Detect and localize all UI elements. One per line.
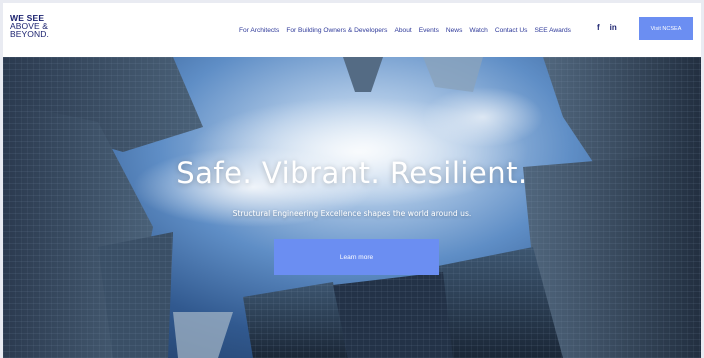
skyscraper-background <box>3 57 701 358</box>
nav-link-see-awards[interactable]: SEE Awards <box>534 27 571 34</box>
nav-link-watch[interactable]: Watch <box>469 27 487 34</box>
nav-link-about[interactable]: About <box>394 27 411 34</box>
learn-more-button[interactable]: Learn more <box>274 239 439 275</box>
social-links: f in <box>597 23 617 32</box>
hero-banner: Safe. Vibrant. Resilient. Structural Eng… <box>3 57 701 358</box>
hero-subtitle: Structural Engineering Excellence shapes… <box>232 209 472 218</box>
visit-ncsea-button[interactable]: Visit NCSEA <box>639 17 693 40</box>
nav-link-building-owners[interactable]: For Building Owners & Developers <box>286 27 387 34</box>
facebook-icon[interactable]: f <box>597 23 600 32</box>
nav-link-for-architects[interactable]: For Architects <box>239 27 279 34</box>
linkedin-icon[interactable]: in <box>610 23 617 32</box>
nav-link-events[interactable]: Events <box>419 27 439 34</box>
site-logo[interactable]: WE SEE ABOVE & BEYOND. <box>10 14 49 39</box>
page-frame: WE SEE ABOVE & BEYOND. For Architects Fo… <box>3 3 701 358</box>
nav-link-news[interactable]: News <box>446 27 463 34</box>
site-header: WE SEE ABOVE & BEYOND. For Architects Fo… <box>3 3 701 57</box>
nav-link-contact-us[interactable]: Contact Us <box>495 27 528 34</box>
hero-title: Safe. Vibrant. Resilient. <box>176 156 528 190</box>
main-nav: For Architects For Building Owners & Dev… <box>239 24 578 36</box>
logo-line-3: BEYOND. <box>10 29 49 39</box>
